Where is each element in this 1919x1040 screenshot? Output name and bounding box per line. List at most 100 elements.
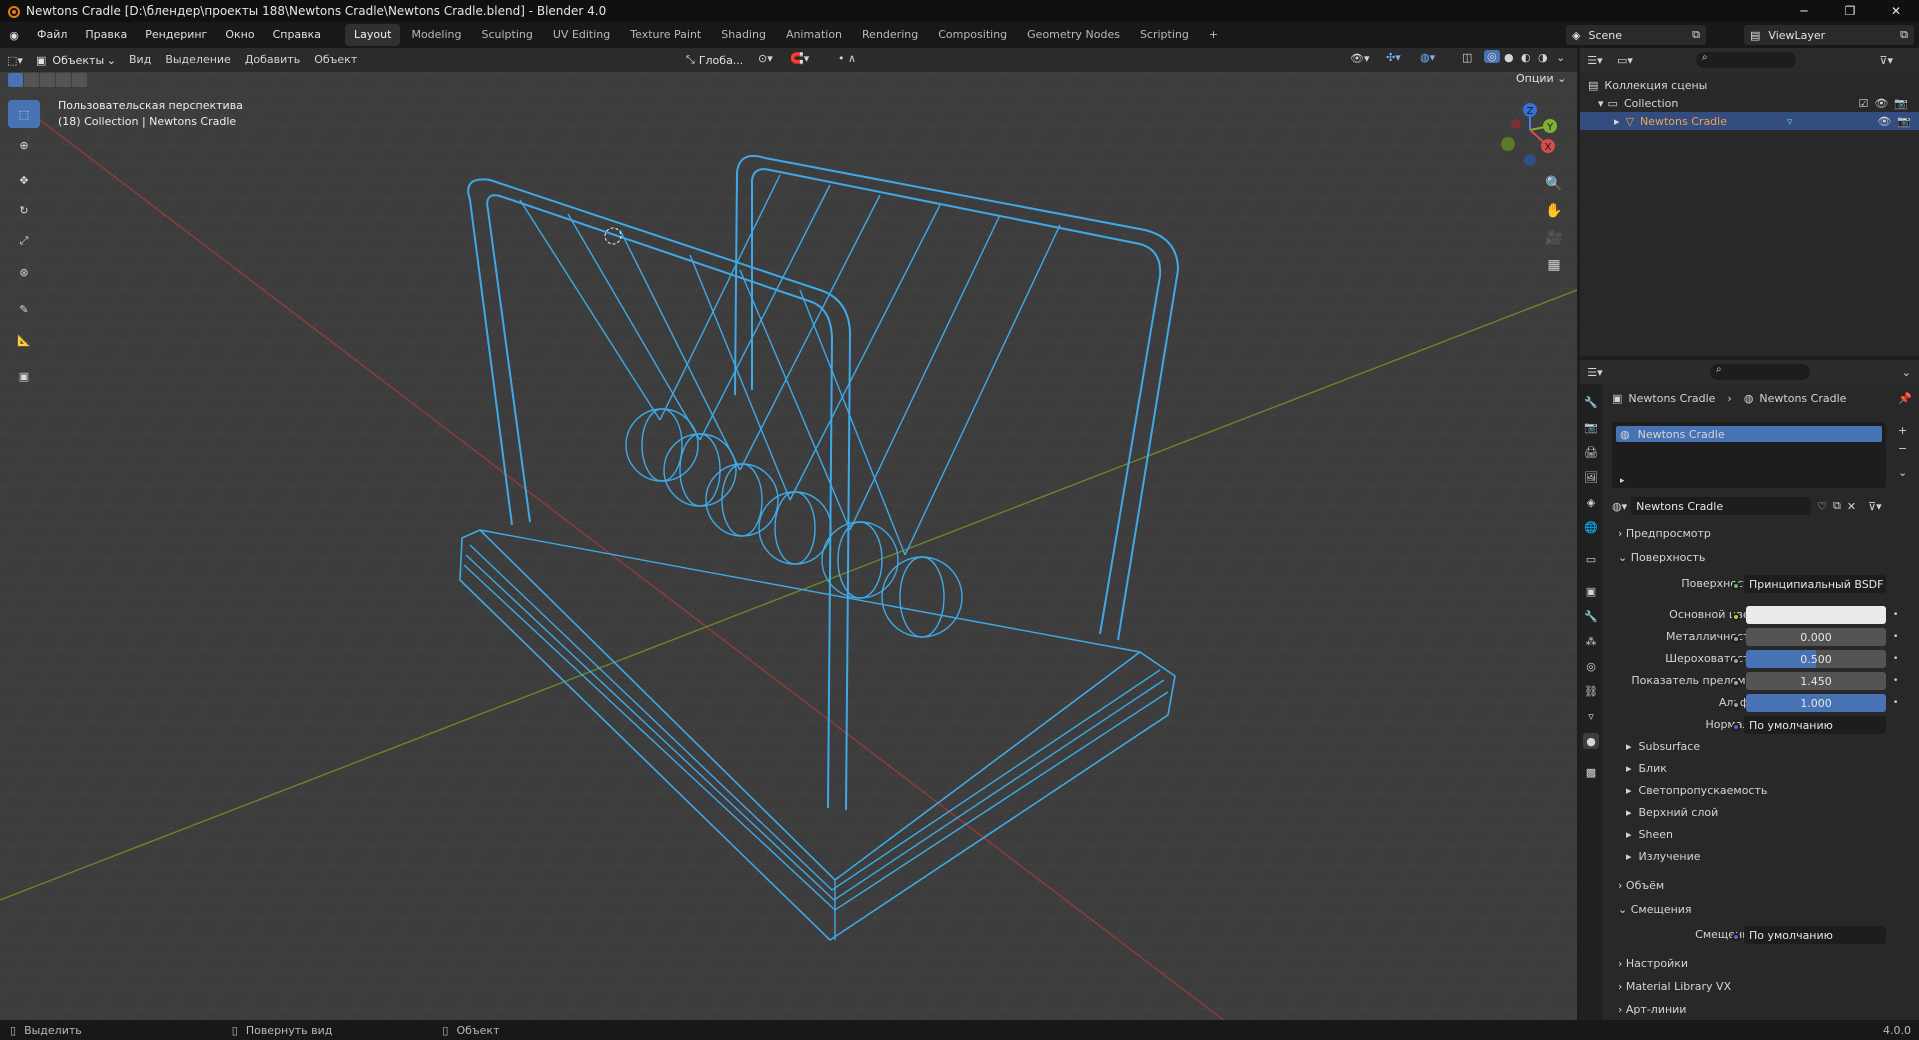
section-displacement[interactable]: ⌄ Смещения <box>1618 903 1692 916</box>
outliner-search-field[interactable]: ⌕ <box>1696 52 1796 68</box>
select-extend-icon[interactable] <box>24 73 39 87</box>
collection-tab-icon[interactable]: ▭ <box>1583 551 1599 567</box>
alpha-socket-icon[interactable] <box>1732 701 1740 709</box>
wireframe-shading-icon[interactable]: ◎ <box>1484 50 1500 63</box>
view-layer-tab-icon[interactable]: 🖼 <box>1583 469 1599 485</box>
subpanel-specular[interactable]: ▸ Блик <box>1626 762 1667 775</box>
fake-user-icon[interactable]: ♡ <box>1817 500 1827 513</box>
outliner-root-row[interactable]: ▤ Коллекция сцены <box>1588 76 1908 94</box>
slot-menu-icon[interactable]: ⌄ <box>1898 466 1907 479</box>
section-settings[interactable]: › Настройки <box>1618 957 1688 970</box>
blender-menu-icon[interactable]: ◉ <box>0 29 28 42</box>
alpha-field[interactable]: 1.000 <box>1746 694 1886 712</box>
roughness-socket-icon[interactable] <box>1732 657 1740 665</box>
keyframe-dot-icon[interactable]: • <box>1893 610 1898 620</box>
duplicate-material-icon[interactable]: ⧉ <box>1833 499 1841 513</box>
tab-animation[interactable]: Animation <box>777 24 851 46</box>
particles-tab-icon[interactable]: ⁂ <box>1583 633 1599 649</box>
surface-shader-field[interactable]: Принципиальный BSDF <box>1744 575 1886 593</box>
tab-modeling[interactable]: Modeling <box>402 24 470 46</box>
measure-tool[interactable]: 📐 <box>8 326 40 354</box>
filter-icon[interactable]: ⊽▾ <box>1879 54 1893 67</box>
properties-options-icon[interactable]: ⌄ <box>1902 366 1911 379</box>
camera-icon[interactable]: 🎥 <box>1542 226 1566 250</box>
solid-shading-icon[interactable]: ● <box>1504 51 1514 64</box>
properties-editor-icon[interactable]: ☰▾ <box>1580 366 1610 379</box>
add-cube-tool[interactable]: ▣ <box>8 362 40 390</box>
material-slot-item[interactable]: ◍ Newtons Cradle <box>1616 426 1882 442</box>
scale-tool[interactable]: ⤢ <box>8 227 40 255</box>
keyframe-dot-icon[interactable]: • <box>1893 632 1898 642</box>
object-camera-icon[interactable]: 📷 <box>1897 115 1911 128</box>
tab-rendering[interactable]: Rendering <box>853 24 927 46</box>
menu-window[interactable]: Окно <box>216 22 263 48</box>
outliner-collection-row[interactable]: ▾ ▭ Collection ☑ 👁 📷 <box>1598 94 1908 112</box>
tab-layout[interactable]: Layout <box>345 24 401 46</box>
displacement-field[interactable]: По умолчанию <box>1744 926 1886 944</box>
scene-tab-icon[interactable]: ◈ <box>1583 494 1599 510</box>
display-mode-icon[interactable]: ▭▾ <box>1610 54 1640 67</box>
tool-tab-icon[interactable]: 🔧 <box>1583 394 1599 410</box>
navigation-gizmo[interactable]: Z Y X <box>1494 96 1560 168</box>
subpanel-coat[interactable]: ▸ Верхний слой <box>1626 806 1718 819</box>
eye-icon[interactable]: 👁 <box>1874 97 1888 110</box>
menu-edit[interactable]: Правка <box>76 22 136 48</box>
displacement-socket-icon[interactable] <box>1732 933 1740 941</box>
tab-geometry-nodes[interactable]: Geometry Nodes <box>1018 24 1129 46</box>
shading-options-icon[interactable]: ⌄ <box>1556 51 1565 64</box>
mode-selector[interactable]: ▣ Объекты ⌄ <box>30 50 122 70</box>
physics-tab-icon[interactable]: ◎ <box>1583 658 1599 674</box>
editor-type-icon[interactable]: ⬚▾ <box>0 54 30 67</box>
tab-scripting[interactable]: Scripting <box>1131 24 1198 46</box>
normal-socket-icon[interactable] <box>1732 723 1740 731</box>
output-tab-icon[interactable]: 🖨 <box>1583 444 1599 460</box>
proportional-icon[interactable]: • ∧ <box>838 52 856 65</box>
snap-icon[interactable]: 🧲▾ <box>790 52 809 65</box>
material-shading-icon[interactable]: ◐ <box>1521 51 1531 64</box>
subpanel-subsurface[interactable]: ▸ Subsurface <box>1626 740 1700 753</box>
menu-add[interactable]: Добавить <box>238 48 307 72</box>
orientation-selector[interactable]: ⤡ Глоба... <box>680 50 750 70</box>
rendered-shading-icon[interactable]: ◑ <box>1538 51 1548 64</box>
keyframe-dot-icon[interactable]: • <box>1893 654 1898 664</box>
outliner-editor-icon[interactable]: ☰▾ <box>1580 54 1610 67</box>
collapse-arrow-icon[interactable]: ▸ <box>1614 115 1620 128</box>
outliner-object-row[interactable]: ▸ ▽ Newtons Cradle ▿ 👁 📷 <box>1580 112 1919 130</box>
color-socket-icon[interactable] <box>1732 613 1740 621</box>
tab-texture-paint[interactable]: Texture Paint <box>621 24 710 46</box>
metallic-socket-icon[interactable] <box>1732 635 1740 643</box>
data-tab-icon[interactable]: ▿ <box>1583 708 1599 724</box>
new-scene-icon[interactable]: ⧉ <box>1692 28 1700 42</box>
close-button[interactable]: ✕ <box>1873 0 1919 22</box>
section-lineart[interactable]: › Арт-линии <box>1618 1003 1686 1016</box>
select-new-icon[interactable] <box>8 73 23 87</box>
section-volume[interactable]: › Объём <box>1618 879 1664 892</box>
move-tool[interactable]: ✥ <box>8 166 40 194</box>
maximize-button[interactable]: ❐ <box>1827 0 1873 22</box>
render-tab-icon[interactable]: 📷 <box>1583 419 1599 435</box>
texture-tab-icon[interactable]: ▩ <box>1583 764 1599 780</box>
select-subtract-icon[interactable] <box>40 73 55 87</box>
checkbox-icon[interactable]: ☑ <box>1858 97 1868 110</box>
tab-uv-editing[interactable]: UV Editing <box>544 24 619 46</box>
object-eye-icon[interactable]: 👁 <box>1877 115 1891 128</box>
overlay-toggle-icon[interactable]: ◍▾ <box>1420 51 1435 64</box>
rotate-tool[interactable]: ↻ <box>8 196 40 224</box>
minimize-button[interactable]: ─ <box>1781 0 1827 22</box>
viewlayer-selector[interactable]: ▤ ViewLayer ⧉ <box>1744 25 1914 45</box>
pan-icon[interactable]: ✋ <box>1542 199 1566 223</box>
options-button[interactable]: Опции ⌄ <box>1516 72 1566 85</box>
section-preview[interactable]: › Предпросмотр <box>1618 527 1711 540</box>
xray-icon[interactable]: ◫ <box>1462 51 1472 64</box>
remove-slot-icon[interactable]: − <box>1898 442 1907 455</box>
camera-visibility-icon[interactable]: 📷 <box>1894 97 1908 110</box>
keyframe-dot-icon[interactable]: • <box>1893 698 1898 708</box>
ior-field[interactable]: 1.450 <box>1746 672 1886 690</box>
new-viewlayer-icon[interactable]: ⧉ <box>1900 28 1908 42</box>
properties-search-field[interactable]: ⌕ <box>1710 364 1810 380</box>
gizmo-toggle-icon[interactable]: ✣▾ <box>1386 51 1401 64</box>
pivot-icon[interactable]: ⊙▾ <box>758 52 773 65</box>
metallic-field[interactable]: 0.000 <box>1746 628 1886 646</box>
visibility-icon[interactable]: 👁▾ <box>1350 52 1370 65</box>
menu-select[interactable]: Выделение <box>158 48 238 72</box>
